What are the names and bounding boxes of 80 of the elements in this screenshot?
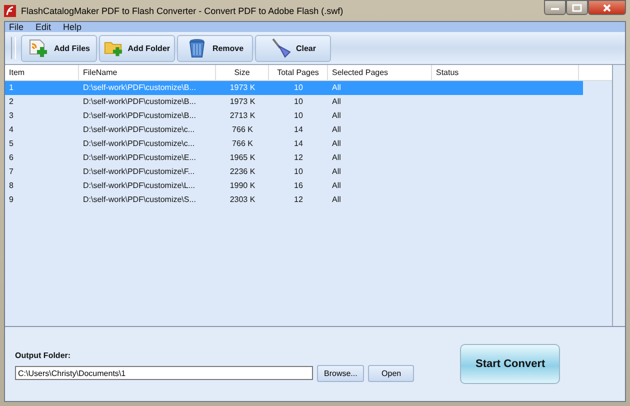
table-cell-text: All <box>331 194 342 206</box>
table-row[interactable]: 2 D:\self-work\PDF\customize\B... 1973 K 10 All <box>5 95 583 109</box>
table-cell-text: 6 <box>8 152 14 164</box>
open-button[interactable]: Open <box>368 364 414 382</box>
maximize-icon <box>572 4 582 12</box>
table-cell-text: 2713 K <box>228 110 256 122</box>
table-cell-text: 3 <box>8 110 14 122</box>
table-cell-text: D:\self-work\PDF\customize\S... <box>82 194 197 206</box>
table-cell-text: 5 <box>8 138 14 150</box>
table-cell-text: 1990 K <box>228 180 256 192</box>
table-cell-text: 12 <box>293 194 304 206</box>
toolbar-button[interactable]: Clear <box>255 34 331 62</box>
table-cell-text: 2 <box>8 96 14 108</box>
table-cell-text: 2236 K <box>228 166 256 178</box>
document-plus-icon <box>28 38 50 58</box>
table-cell-text: 10 <box>293 110 304 122</box>
column-header[interactable]: Item <box>5 65 79 80</box>
output-folder-field[interactable]: C:\Users\Christy\Documents\1 <box>15 366 313 380</box>
menu-item[interactable]: Edit <box>36 22 52 32</box>
table-cell-text: 1 <box>8 82 14 94</box>
toolbar-button[interactable]: Add Files <box>21 34 97 62</box>
broom-icon <box>270 38 292 58</box>
table-cell-text: 1973 K <box>228 96 256 108</box>
browse-button[interactable]: Browse... <box>317 364 364 382</box>
table-cell-text: D:\self-work\PDF\customize\c... <box>82 124 196 136</box>
column-header[interactable]: Total Pages <box>269 65 328 80</box>
table-cell-text: 10 <box>293 96 304 108</box>
table-cell-text: All <box>331 110 342 122</box>
column-header[interactable]: Status <box>432 65 579 80</box>
table-row[interactable]: 7 D:\self-work\PDF\customize\F... 2236 K 10 All <box>5 165 583 179</box>
table-cell-text: 1965 K <box>228 152 256 164</box>
table-cell-text: 766 K <box>231 138 254 150</box>
table-cell-text: 8 <box>8 180 14 192</box>
table-cell-text: 16 <box>293 180 304 192</box>
close-button[interactable] <box>588 0 626 15</box>
app-logo-icon <box>4 4 16 16</box>
menu-item[interactable]: Help <box>63 22 82 32</box>
minimize-button[interactable] <box>544 0 566 15</box>
start-convert-button[interactable]: Start Convert <box>460 344 560 384</box>
table-cell-text: 12 <box>293 152 304 164</box>
output-folder-label: Output Folder: <box>15 350 72 360</box>
window-title: FlashCatalogMaker PDF to Flash Converter - Convert PDF to Adobe Flash (.swf) <box>21 6 344 16</box>
table-cell-text: D:\self-work\PDF\customize\F... <box>82 166 196 178</box>
table-row[interactable]: 4 D:\self-work\PDF\customize\c... 766 K 14 All <box>5 123 583 137</box>
table-cell-text: D:\self-work\PDF\customize\c... <box>82 138 196 150</box>
table-cell-text: All <box>331 138 342 150</box>
table-cell-text: All <box>331 180 342 192</box>
table-cell-text: 1973 K <box>228 82 256 94</box>
table-cell-text: D:\self-work\PDF\customize\B... <box>82 82 197 94</box>
table-row[interactable]: 8 D:\self-work\PDF\customize\L... 1990 K 16 All <box>5 179 583 193</box>
table-cell-text: 7 <box>8 166 14 178</box>
table-cell-text: 9 <box>8 194 14 206</box>
table-cell-text: D:\self-work\PDF\customize\B... <box>82 96 197 108</box>
table-cell-text: D:\self-work\PDF\customize\L... <box>82 180 196 192</box>
toolbar-button[interactable]: Remove <box>177 34 253 62</box>
table-cell-text: 14 <box>293 124 304 136</box>
table-cell-text: D:\self-work\PDF\customize\B... <box>82 110 197 122</box>
table-cell-text: All <box>331 152 342 164</box>
column-header[interactable]: Selected Pages <box>328 65 432 80</box>
maximize-button[interactable] <box>566 0 588 15</box>
table-cell-text: 10 <box>293 82 304 94</box>
table-cell-text: 2303 K <box>228 194 256 206</box>
table-row[interactable]: 9 D:\self-work\PDF\customize\S... 2303 K 12 All <box>5 193 583 207</box>
table-cell-text: All <box>331 82 342 94</box>
table-cell-text: All <box>331 96 342 108</box>
column-header[interactable]: FileName <box>79 65 216 80</box>
table-cell-text: D:\self-work\PDF\customize\E... <box>82 152 197 164</box>
table-cell-text: 766 K <box>231 124 254 136</box>
table-row[interactable]: 6 D:\self-work\PDF\customize\E... 1965 K 12 All <box>5 151 583 165</box>
table-cell-text: 4 <box>8 124 14 136</box>
table-cell-text: 10 <box>293 166 304 178</box>
table-row[interactable]: 3 D:\self-work\PDF\customize\B... 2713 K 10 All <box>5 109 583 123</box>
close-icon <box>602 2 612 12</box>
table-cell-text: All <box>331 124 342 136</box>
column-header[interactable]: Size <box>216 65 269 80</box>
toolbar-button[interactable]: Add Folder <box>99 34 175 62</box>
menu-item[interactable]: File <box>9 22 24 32</box>
table-row[interactable]: 5 D:\self-work\PDF\customize\c... 766 K 14 All <box>5 137 583 151</box>
table-cell-text: 14 <box>293 138 304 150</box>
table-cell-text: All <box>331 166 342 178</box>
